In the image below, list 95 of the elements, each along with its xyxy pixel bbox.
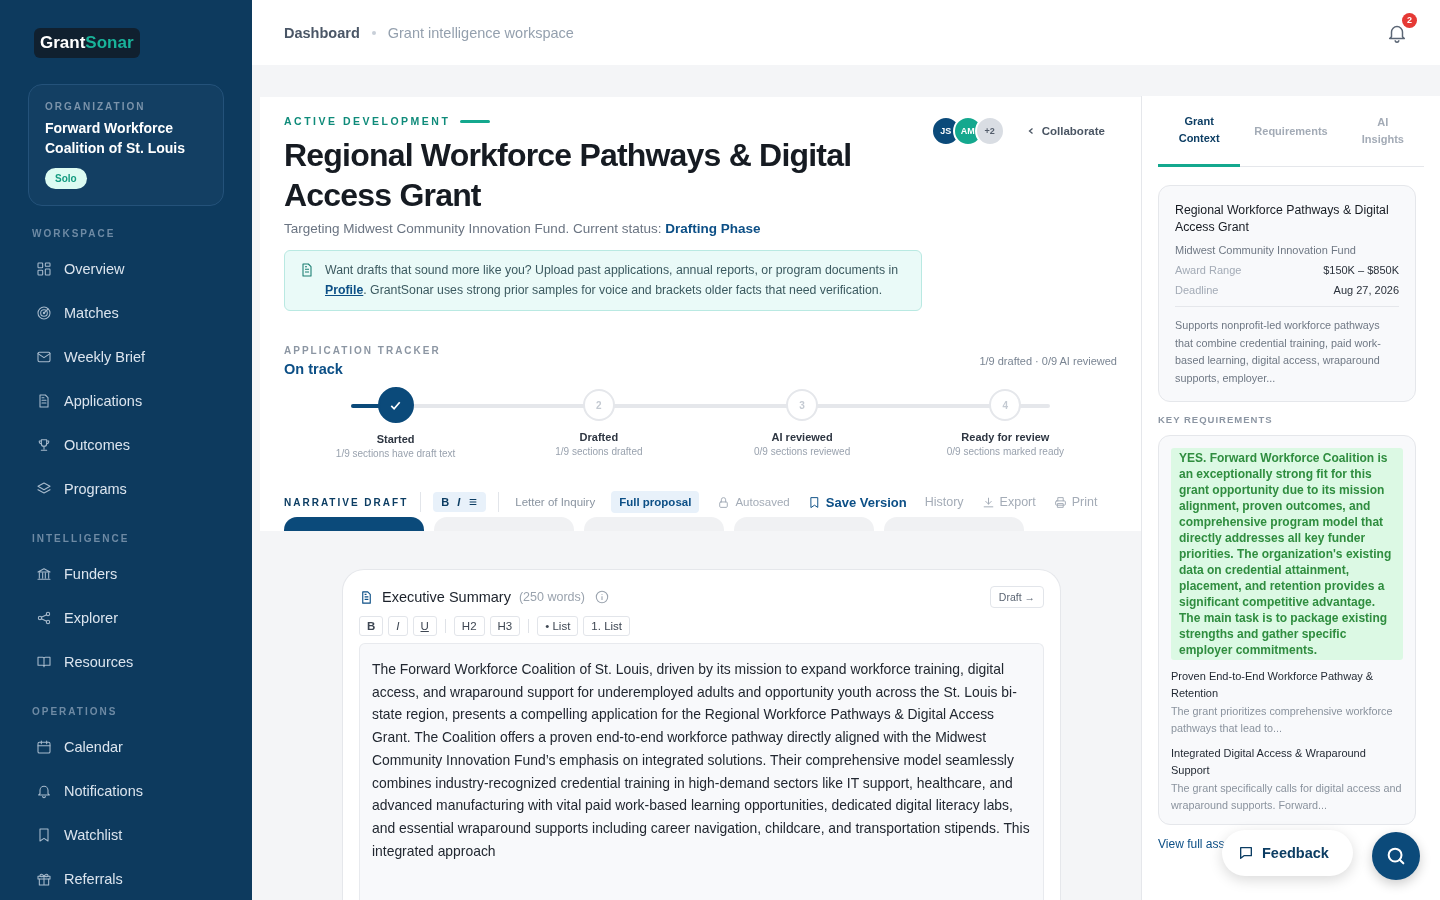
text-editor[interactable]: The Forward Workforce Coalition of St. Louis, driven by its mission to expand workforce training, digital access, and wraparound support for underemployed adults and opportunity youth across the St. Louis bi-state region, presents a compelling application for the Regional Workforce Pathways & Digital Access Grant. The Coalition offers a proven end-to-end workforce pathway directly aligned with the Midwest Community Innovation Fund’s emphasis on integrated solutions. Their comprehensive model seamlessly combines industry-recognized credential training in high-demand sectors like IT support, healthcare, and advanced manufacturing with vital paid work-based learning opportunities, dedicated digital literacy labs, and essential wraparound supports including career navigation, childcare, and transportation stipends. This integrated approach bbox=[359, 643, 1044, 900]
lock-icon bbox=[717, 495, 731, 509]
fact-value: Aug 27, 2026 bbox=[1333, 284, 1399, 296]
nav-section-title: WORKSPACE bbox=[32, 228, 117, 239]
radar-icon bbox=[36, 305, 52, 321]
format-button[interactable]: B bbox=[359, 616, 384, 636]
step-marker: 3 bbox=[786, 389, 819, 421]
document-icon bbox=[36, 393, 52, 409]
chat-icon bbox=[1238, 845, 1254, 861]
nav-item[interactable]: Applications bbox=[28, 379, 224, 423]
nav-item[interactable]: Matches bbox=[28, 291, 224, 335]
notification-badge: 2 bbox=[1402, 12, 1417, 28]
eyebrow-label: ACTIVE DEVELOPMENT bbox=[284, 115, 451, 127]
nav-item[interactable]: Calendar bbox=[28, 725, 224, 769]
fact-label: Award Range bbox=[1175, 264, 1242, 276]
format-button[interactable]: H3 bbox=[489, 616, 521, 636]
page-title: Regional Workforce Pathways & Digital Access Grant bbox=[284, 136, 853, 215]
requirement-text: The grant specifically calls for digital access and wraparound supports. Forward... bbox=[1171, 781, 1403, 813]
grant-description: Supports nonprofit-led workforce pathways that combine credential training, paid work-based learning, digital access, wraparound supports, employer... bbox=[1175, 306, 1399, 387]
section-label: NARRATIVE DRAFT bbox=[284, 496, 409, 508]
book-icon bbox=[36, 654, 52, 670]
nav-item[interactable]: Overview bbox=[28, 247, 224, 291]
bookmark-icon bbox=[36, 827, 52, 843]
mode-tab[interactable]: Full proposal bbox=[611, 491, 700, 513]
tracker-status: On track bbox=[284, 361, 344, 377]
nav-item[interactable]: Outcomes bbox=[28, 423, 224, 467]
step-detail: 0/9 sections marked ready bbox=[946, 446, 1064, 457]
envelope-icon bbox=[36, 349, 52, 365]
step-title: Ready for review bbox=[961, 431, 1050, 443]
download-icon bbox=[981, 495, 995, 509]
grant-title: Regional Workforce Pathways & Digital Access Grant bbox=[1175, 202, 1390, 236]
step-title: AI reviewed bbox=[771, 431, 833, 443]
trophy-icon bbox=[36, 437, 52, 453]
italic-button[interactable]: I bbox=[457, 496, 461, 508]
avatar: +2 bbox=[974, 116, 1005, 146]
nav-item[interactable]: Explorer bbox=[28, 596, 224, 640]
step-detail: 1/9 sections drafted bbox=[555, 446, 643, 457]
document-icon bbox=[299, 262, 315, 278]
list-icon[interactable] bbox=[468, 497, 479, 507]
word-count: (250 words) bbox=[518, 590, 585, 604]
tracker-summary: 1/9 drafted · 0/9 AI reviewed bbox=[979, 355, 1117, 367]
format-button[interactable]: H2 bbox=[453, 616, 485, 636]
breadcrumb-item[interactable]: Dashboard bbox=[284, 24, 360, 41]
notice-text: Want drafts that sound more like you? Upload past applications, annual reports, or program documents in Profile. GrantSonar uses strong prior samples for voice and brackets older facts that need verification. bbox=[325, 262, 900, 299]
requirements-label: KEY REQUIREMENTS bbox=[1158, 414, 1274, 425]
format-button[interactable]: 1. List bbox=[583, 616, 631, 636]
format-button[interactable]: • List bbox=[537, 616, 579, 636]
fact-value: $150K – $850K bbox=[1323, 264, 1399, 276]
app-logo[interactable]: GrantSonar bbox=[34, 28, 140, 58]
share-icon bbox=[36, 610, 52, 626]
status-line: Targeting Midwest Community Innovation Fund. Current status: Drafting Phase bbox=[284, 221, 762, 236]
nav-section-title: OPERATIONS bbox=[32, 706, 119, 717]
step-marker: 4 bbox=[989, 389, 1022, 421]
step-detail: 1/9 sections have draft text bbox=[335, 448, 456, 459]
search-icon bbox=[1385, 845, 1407, 867]
nav-item[interactable]: Notifications bbox=[28, 769, 224, 813]
requirement-title: Proven End-to-End Workforce Pathway & Retention bbox=[1171, 669, 1375, 701]
chevron-left-icon bbox=[1026, 127, 1035, 135]
panel-tab[interactable]: Grant Context bbox=[1158, 96, 1241, 167]
nav-item[interactable]: Resources bbox=[28, 640, 224, 684]
step-title: Started bbox=[376, 433, 415, 445]
bank-icon bbox=[36, 566, 52, 582]
plan-badge: Solo bbox=[45, 168, 87, 189]
organization-label: ORGANIZATION bbox=[45, 101, 147, 112]
organization-name: Forward Workforce Coalition of St. Louis bbox=[45, 119, 186, 158]
document-icon bbox=[359, 589, 374, 605]
info-icon[interactable] bbox=[594, 590, 609, 604]
format-button[interactable]: I bbox=[388, 616, 408, 636]
nav-item[interactable]: Referrals bbox=[28, 857, 224, 900]
step-detail: 0/9 sections reviewed bbox=[754, 446, 851, 457]
gift-icon bbox=[36, 871, 52, 887]
format-button[interactable]: U bbox=[412, 616, 437, 636]
assessment-link[interactable]: View full ass bbox=[1158, 837, 1225, 851]
tracker-label: APPLICATION TRACKER bbox=[284, 345, 441, 356]
fact-label: Deadline bbox=[1175, 284, 1219, 296]
calendar-icon bbox=[36, 739, 52, 755]
nav-section-title: INTELLIGENCE bbox=[32, 533, 131, 544]
funder-name: Midwest Community Innovation Fund bbox=[1175, 244, 1357, 256]
fit-verdict: YES. Forward Workforce Coalition is an exceptionally strong fit for this grant opportunity due to its mission alignment, proven outcomes, and comprehensive program model that directly addresses all key funder priorities. The organization's existing data on credential attainment, placement, and retention provides a significant competitive advantage. The main task is to package existing strengths and gather specific employer commitments. bbox=[1171, 448, 1403, 660]
draft-button[interactable]: Draft → bbox=[989, 586, 1044, 608]
step-marker: 2 bbox=[582, 389, 615, 421]
printer-icon bbox=[1053, 495, 1067, 509]
requirement-title: Integrated Digital Access & Wraparound Support bbox=[1171, 746, 1367, 778]
bell-icon bbox=[36, 783, 52, 799]
nav-item[interactable]: Funders bbox=[28, 552, 224, 596]
grid-icon bbox=[36, 261, 52, 277]
section-title: Executive Summary bbox=[382, 589, 511, 605]
collaborate-button[interactable]: Collaborate bbox=[1026, 125, 1105, 137]
nav-item[interactable]: Weekly Brief bbox=[28, 335, 224, 379]
toolbar-button[interactable]: Save Version bbox=[807, 494, 907, 510]
step-title: Drafted bbox=[579, 431, 619, 443]
nav-item[interactable]: Watchlist bbox=[28, 813, 224, 857]
bold-button[interactable]: B bbox=[441, 496, 450, 508]
nav-item[interactable]: Programs bbox=[28, 467, 224, 511]
requirement-text: The grant prioritizes comprehensive workforce pathways that lead to... bbox=[1171, 704, 1394, 736]
